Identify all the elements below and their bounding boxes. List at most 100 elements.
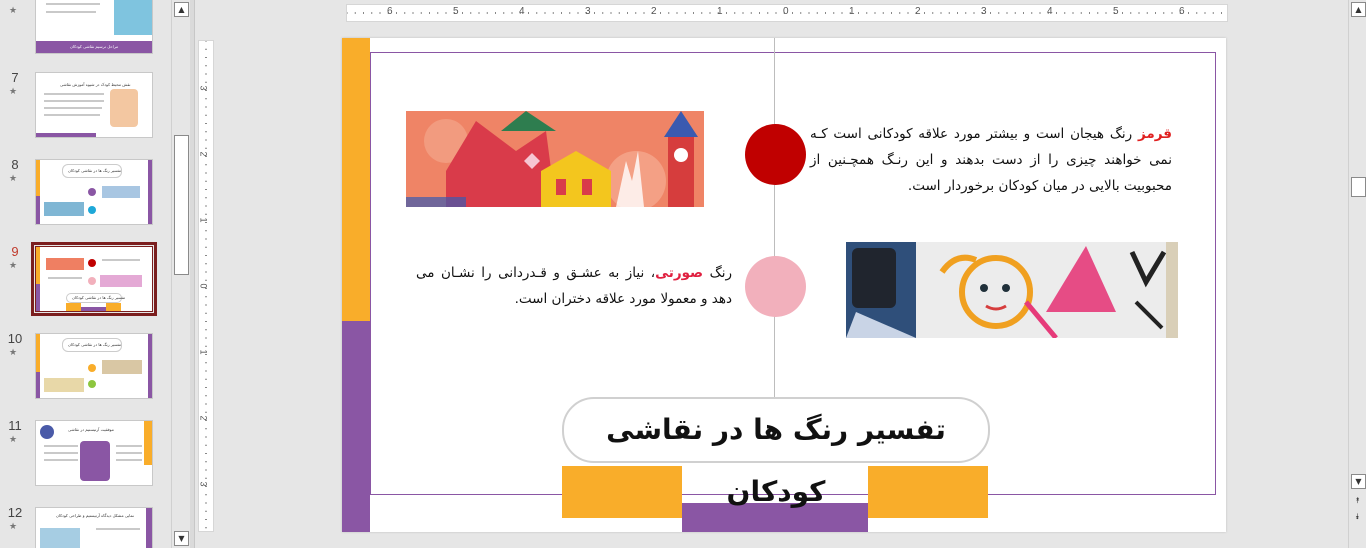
thumbnail-accent bbox=[146, 508, 152, 548]
thumbnail-dot bbox=[88, 259, 96, 267]
ruler-label: 5 bbox=[453, 6, 459, 17]
pink-color-description[interactable]: رنگ صورتی، نیاز به عشـق و قـدردانی را نش… bbox=[416, 260, 732, 312]
thumbnail-text-line bbox=[48, 277, 82, 279]
scrollbar-thumb[interactable] bbox=[1351, 177, 1366, 197]
ruler-label: 1 bbox=[717, 6, 723, 17]
slide-thumbnail[interactable]: موفقیت آرتیستیم در نقاشی bbox=[35, 420, 153, 486]
slide-thumbnail-selected[interactable]: تفسیر رنگ ها در نقاشی کودکان bbox=[31, 242, 157, 316]
timeline-line bbox=[774, 38, 775, 398]
thumbnail-text-line bbox=[44, 445, 78, 447]
horizontal-ruler[interactable]: 6 5 4 3 2 1 0 1 2 3 4 5 6 bbox=[346, 4, 1228, 22]
thumbnail-text-line bbox=[44, 114, 100, 116]
ruler-label: 0 bbox=[783, 6, 789, 17]
thumbnail-accent bbox=[36, 247, 40, 284]
thumbnail-dot bbox=[88, 206, 96, 214]
red-keyword: قرمز bbox=[1138, 126, 1172, 142]
pink-prefix-text: رنگ bbox=[703, 265, 732, 281]
ruler-label: 2 bbox=[198, 151, 209, 157]
thumbnail-image bbox=[40, 528, 80, 548]
slide-number: 10 bbox=[7, 331, 23, 346]
pink-keyword: صورتی bbox=[655, 265, 704, 281]
scroll-up-button[interactable]: ▲ bbox=[174, 2, 189, 17]
next-slide-button[interactable]: ⯯ bbox=[1351, 510, 1364, 523]
thumbnail-accent bbox=[36, 284, 40, 311]
thumbnails-scrollbar[interactable]: ▲ ▼ bbox=[171, 0, 190, 548]
scroll-down-button[interactable]: ▼ bbox=[1351, 474, 1366, 489]
thumbnail-image bbox=[100, 275, 142, 287]
slide-thumbnail[interactable]: نقش محیط کودک در شیوه آموزش نقاشی bbox=[35, 72, 153, 138]
thumbnail-image bbox=[44, 378, 84, 392]
ruler-label: 1 bbox=[198, 217, 209, 223]
thumbnail-accent bbox=[144, 421, 152, 465]
ruler-label: 3 bbox=[198, 481, 209, 487]
thumbnail-text-line bbox=[46, 3, 100, 5]
slide-thumbnail[interactable]: تفسیر رنگ ها در نقاشی کودکان bbox=[35, 333, 153, 399]
slide-canvas[interactable]: قرمز رنگ هیجان است و بیشتر مورد علاقه کو… bbox=[342, 38, 1226, 532]
slide-number: 12 bbox=[7, 505, 23, 520]
slide-number: 8 bbox=[11, 157, 19, 172]
star-icon: ★ bbox=[9, 435, 18, 445]
bottom-accent-orange-right bbox=[868, 466, 988, 518]
ruler-label: 2 bbox=[915, 6, 921, 17]
ruler-label: 3 bbox=[981, 6, 987, 17]
scroll-down-button[interactable]: ▼ bbox=[174, 531, 189, 546]
slide-scrollbar[interactable]: ▲ ▼ ⯭ ⯯ bbox=[1348, 0, 1366, 548]
ruler-label: 1 bbox=[849, 6, 855, 17]
thumbnail-image bbox=[40, 425, 54, 439]
bottom-accent-orange-left bbox=[562, 466, 682, 518]
ruler-label: 2 bbox=[198, 415, 209, 421]
thumbnail-text-line bbox=[44, 107, 102, 109]
thumbnail-accent bbox=[148, 334, 152, 398]
thumbnail-caption: نمایی مشکل دیدگاه آرتیستیم و طراحی کودکا… bbox=[56, 513, 134, 518]
thumbnail-text-line bbox=[96, 528, 140, 530]
thumbnail-footer-bar bbox=[36, 133, 96, 137]
ruler-label: 6 bbox=[1179, 6, 1185, 17]
vertical-ruler[interactable]: 3 2 1 0 1 2 3 bbox=[198, 40, 214, 532]
thumbnail-dot bbox=[88, 364, 96, 372]
star-icon: ★ bbox=[9, 348, 18, 358]
slide-number: 7 bbox=[11, 70, 19, 85]
ruler-label: 3 bbox=[585, 6, 591, 17]
thumbnail-accent bbox=[81, 307, 106, 311]
thumbnail-dot bbox=[88, 188, 96, 196]
slide-thumbnail[interactable]: نمایی مشکل دیدگاه آرتیستیم و طراحی کودکا… bbox=[35, 507, 153, 548]
pink-color-dot bbox=[745, 256, 806, 317]
slide-title-box[interactable]: تفسیر رنگ ها در نقاشی کودکان bbox=[562, 397, 990, 508]
thumbnail-text-line bbox=[116, 445, 142, 447]
thumbnail-image bbox=[110, 89, 138, 127]
thumbnail-image bbox=[44, 202, 84, 216]
thumbnail-accent bbox=[36, 160, 40, 196]
red-color-dot bbox=[745, 124, 806, 185]
painting-girl-graphic bbox=[846, 242, 1178, 338]
left-accent-orange bbox=[342, 38, 370, 321]
thumbnail-caption: تفسیر رنگ ها در نقاشی کودکان bbox=[68, 342, 121, 347]
slide-thumbnail[interactable]: مراحل ترسیم نقاشی کودکان bbox=[35, 0, 153, 54]
thumbnail-image bbox=[114, 0, 152, 35]
thumbnail-accent bbox=[148, 160, 152, 224]
scroll-up-button[interactable]: ▲ bbox=[1351, 2, 1366, 17]
slide-thumbnail[interactable]: تفسیر رنگ ها در نقاشی کودکان bbox=[35, 159, 153, 225]
ruler-label: 0 bbox=[198, 283, 209, 289]
thumbnail-accent bbox=[66, 303, 81, 311]
ruler-label: 1 bbox=[198, 349, 209, 355]
thumbnail-text-line bbox=[46, 11, 96, 13]
thumbnail-image bbox=[102, 360, 142, 374]
painting-houses-graphic bbox=[406, 111, 704, 207]
thumbnail-text-line bbox=[44, 93, 104, 95]
thumbnail-image bbox=[46, 258, 84, 270]
red-color-description[interactable]: قرمز رنگ هیجان است و بیشتر مورد علاقه کو… bbox=[810, 121, 1172, 199]
thumbnail-caption: تفسیر رنگ ها در نقاشی کودکان bbox=[68, 168, 121, 173]
star-icon: ★ bbox=[9, 522, 18, 532]
star-icon: ★ bbox=[9, 261, 18, 271]
thumbnail-text-line bbox=[102, 259, 140, 261]
thumbnail-text-line bbox=[44, 452, 78, 454]
thumbnail-text-line bbox=[44, 100, 104, 102]
thumbnail-accent bbox=[36, 334, 40, 372]
scrollbar-thumb[interactable] bbox=[174, 135, 189, 275]
previous-slide-button[interactable]: ⯭ bbox=[1351, 494, 1364, 507]
painting-girl-image[interactable] bbox=[846, 242, 1178, 338]
ruler-label: 4 bbox=[519, 6, 525, 17]
painting-houses-image[interactable] bbox=[406, 111, 704, 207]
ruler-label: 2 bbox=[651, 6, 657, 17]
pane-splitter[interactable] bbox=[190, 0, 195, 548]
